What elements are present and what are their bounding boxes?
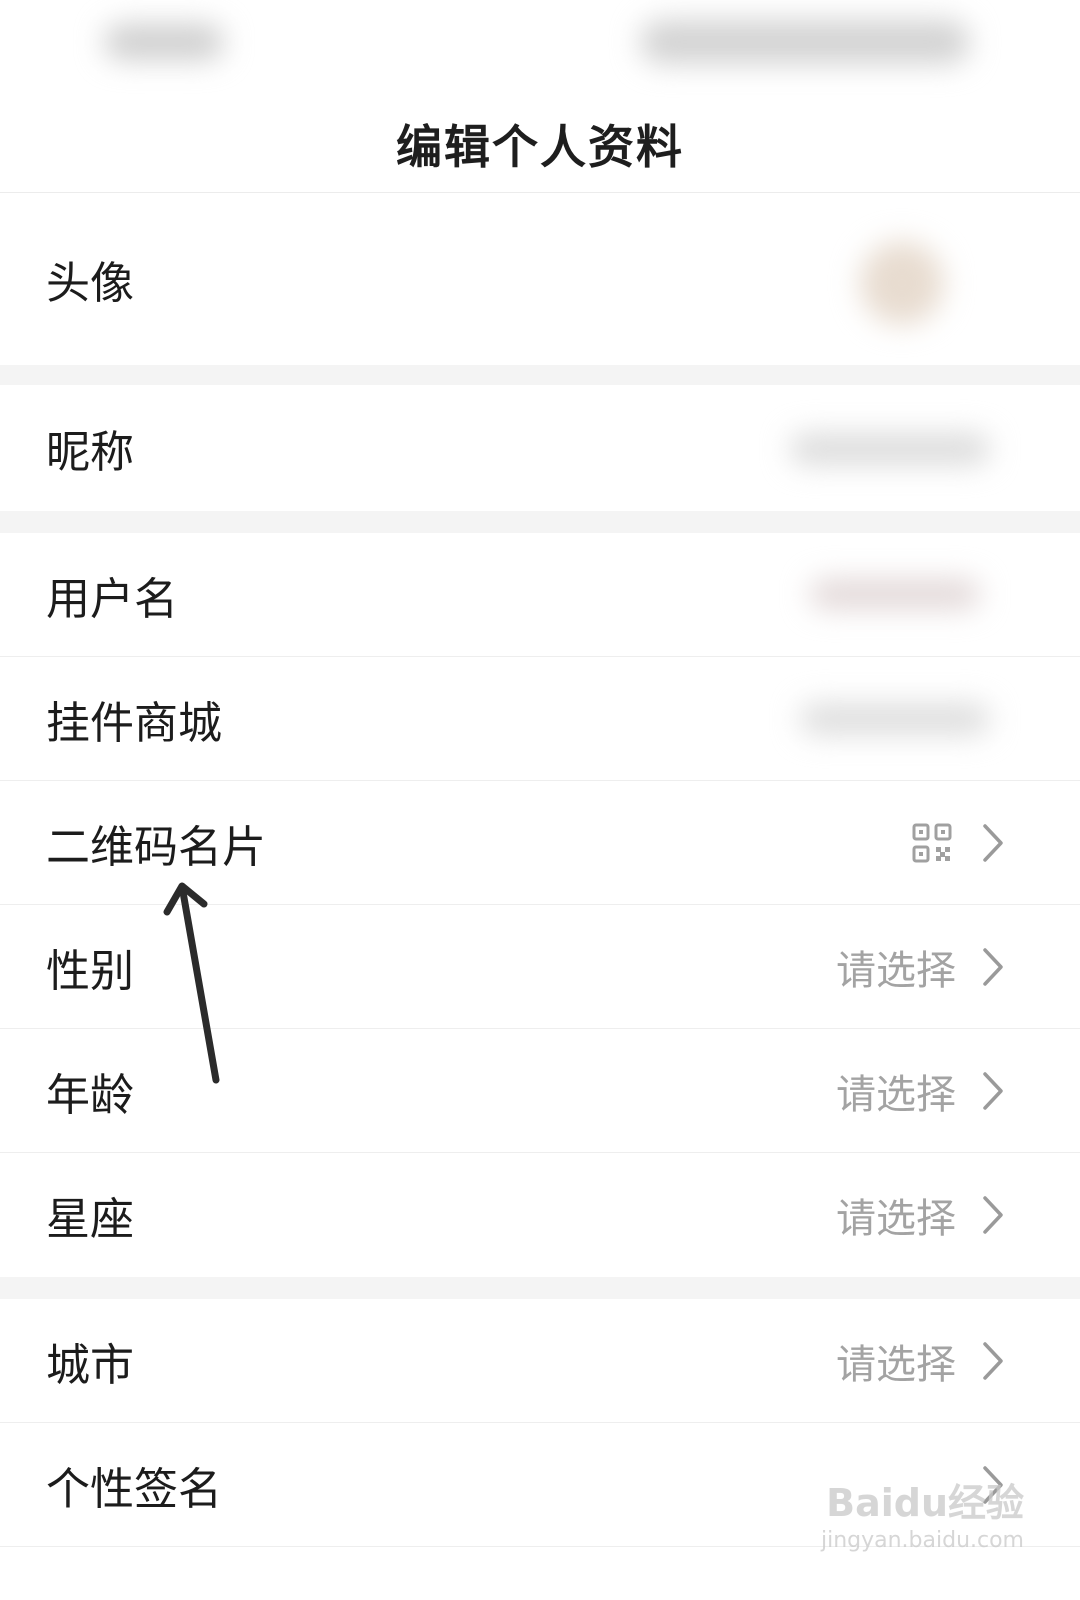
zodiac-label: 星座 — [46, 1194, 134, 1245]
chevron-right-icon — [983, 1196, 1003, 1234]
watermark: Baidu经验 jingyan.baidu.com — [820, 1454, 1024, 1584]
age-row[interactable]: 年龄 请选择 — [0, 1029, 1080, 1153]
city-row[interactable]: 城市 请选择 — [0, 1299, 1080, 1423]
avatar[interactable] — [860, 241, 944, 325]
nickname-value-blur — [790, 433, 990, 465]
qr-card-row[interactable]: 二维码名片 — [0, 781, 1080, 905]
status-bar-icons-blur — [640, 20, 970, 64]
pendant-mall-row[interactable]: 挂件商城 — [0, 657, 1080, 781]
pendant-mall-label: 挂件商城 — [46, 697, 222, 749]
gender-row[interactable]: 性别 请选择 — [0, 905, 1080, 1029]
username-row[interactable]: 用户名 — [0, 533, 1080, 657]
page-title: 编辑个人资料 — [396, 120, 684, 174]
signature-label: 个性签名 — [46, 1463, 222, 1515]
chevron-right-icon — [983, 1342, 1003, 1380]
zodiac-value: 请选择 — [836, 1196, 956, 1242]
avatar-row[interactable]: 头像 — [0, 193, 1080, 365]
watermark-brand: Baidu经验 — [826, 1481, 1024, 1525]
qr-code-icon — [912, 823, 952, 862]
status-bar-time-blur — [104, 24, 224, 60]
header: 编辑个人资料 — [0, 96, 1080, 193]
username-label: 用户名 — [46, 573, 178, 625]
city-value: 请选择 — [836, 1341, 956, 1388]
chevron-right-icon — [983, 824, 1003, 862]
nickname-row[interactable]: 昵称 — [0, 385, 1080, 511]
section-divider — [0, 1277, 1080, 1299]
username-value-blur — [810, 579, 980, 609]
chevron-right-icon — [983, 1072, 1003, 1110]
status-bar — [0, 0, 1080, 100]
age-label: 年龄 — [46, 1069, 134, 1121]
section-divider — [0, 511, 1080, 533]
chevron-right-icon — [983, 948, 1003, 986]
section-divider — [0, 365, 1080, 385]
zodiac-row[interactable]: 星座 请选择 — [0, 1153, 1080, 1277]
pendant-mall-value-blur — [800, 703, 990, 735]
city-label: 城市 — [46, 1339, 134, 1391]
age-value: 请选择 — [836, 1071, 956, 1118]
watermark-url: jingyan.baidu.com — [820, 1528, 1024, 1553]
qr-card-label: 二维码名片 — [46, 821, 266, 873]
nickname-label: 昵称 — [46, 427, 134, 478]
avatar-label: 头像 — [46, 258, 134, 309]
gender-label: 性别 — [46, 945, 134, 997]
gender-value: 请选择 — [836, 947, 956, 994]
